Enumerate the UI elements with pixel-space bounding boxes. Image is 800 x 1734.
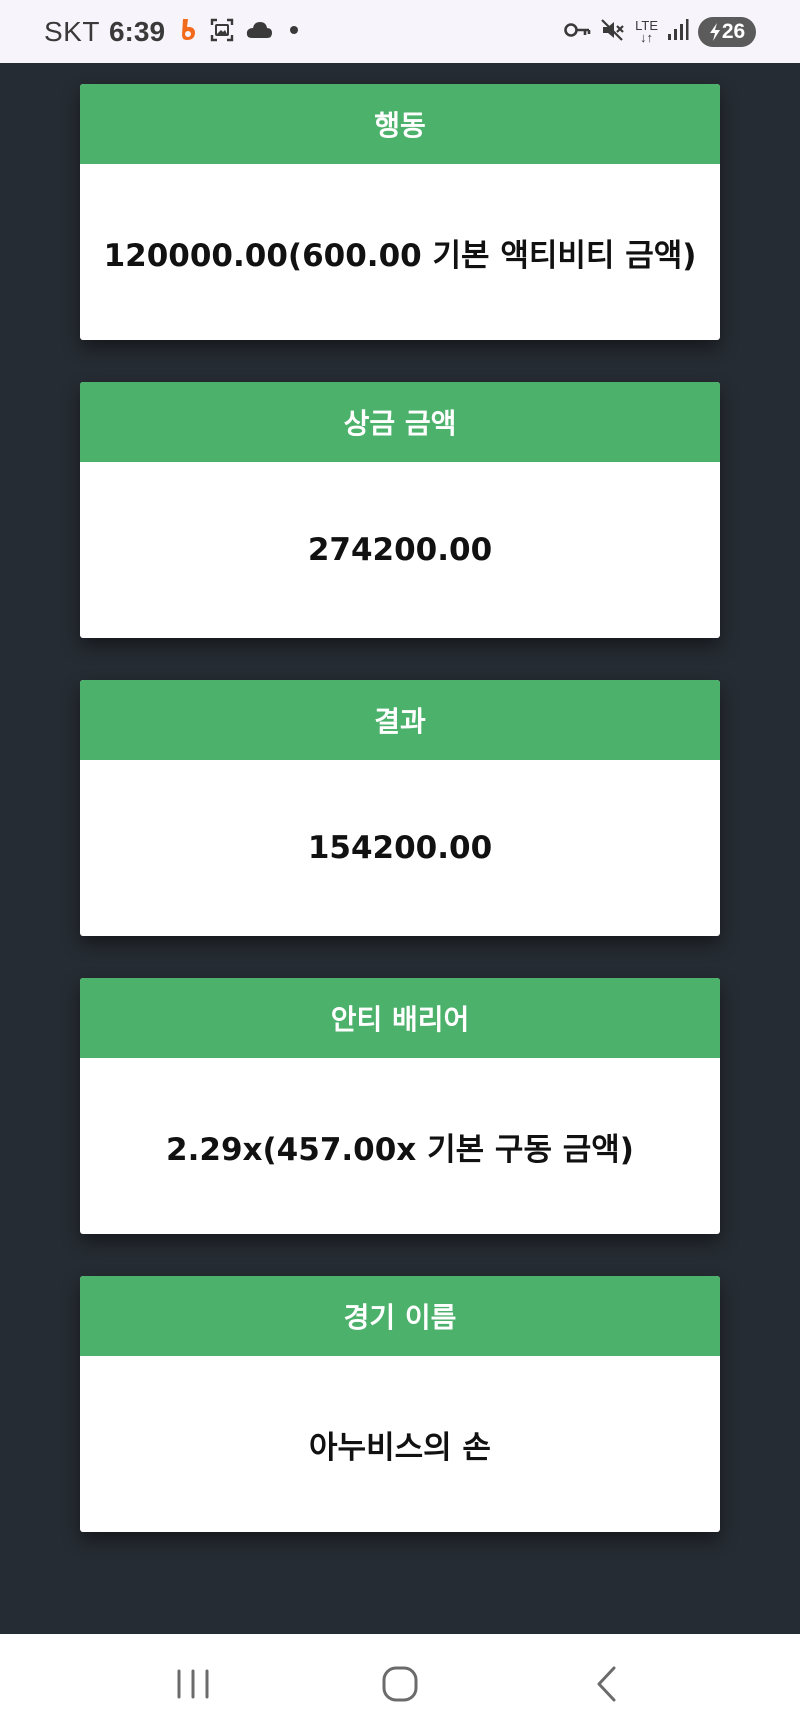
cloud-icon [245,19,273,45]
card-value: 2.29x(457.00x 기본 구동 금액) [166,1131,634,1168]
card-prize-amount: 상금 금액 274200.00 [80,382,720,638]
signal-icon [667,18,689,46]
card-value: 154200.00 [307,830,493,866]
card-title: 결과 [80,680,720,760]
card-game-name: 경기 이름 아누비스의 손 [80,1276,720,1532]
card-title: 행동 [80,84,720,164]
info-card-list: 행동 120000.00(600.00 기본 액티비티 금액) 상금 금액 27… [80,84,720,1574]
card-action: 행동 120000.00(600.00 기본 액티비티 금액) [80,84,720,340]
home-icon [382,1666,418,1702]
card-title: 상금 금액 [80,382,720,462]
battery-level: 26 [721,19,746,43]
back-button[interactable] [567,1644,647,1724]
lte-label: LTE [635,17,658,33]
recent-apps-icon [177,1669,209,1699]
status-bar: SKT 6:39 LTE ↓↑ 26 [0,0,800,63]
recent-apps-button[interactable] [153,1644,233,1724]
card-value: 아누비스의 손 [309,1429,491,1466]
lte-icon: LTE ↓↑ [635,17,658,45]
card-title: 경기 이름 [80,1276,720,1356]
screenshot-icon [209,17,235,47]
notification-icons [179,17,305,47]
card-result: 결과 154200.00 [80,680,720,936]
back-icon [597,1666,616,1702]
app-notification-icon [179,17,199,47]
card-value: 274200.00 [307,532,493,568]
card-anti-barrier: 안티 배리어 2.29x(457.00x 기본 구동 금액) [80,978,720,1234]
card-title: 안티 배리어 [80,978,720,1058]
battery-charging-icon: 26 [698,16,756,47]
mute-icon [600,17,626,47]
card-value: 120000.00(600.00 기본 액티비티 금액) [103,237,697,274]
dot-icon [283,19,305,45]
navigation-bar [0,1634,800,1734]
carrier-label: SKT [44,15,100,47]
system-icons: LTE ↓↑ 26 [563,0,756,63]
vpn-key-icon [563,19,591,45]
home-button[interactable] [360,1644,440,1724]
clock: 6:39 [108,15,166,47]
